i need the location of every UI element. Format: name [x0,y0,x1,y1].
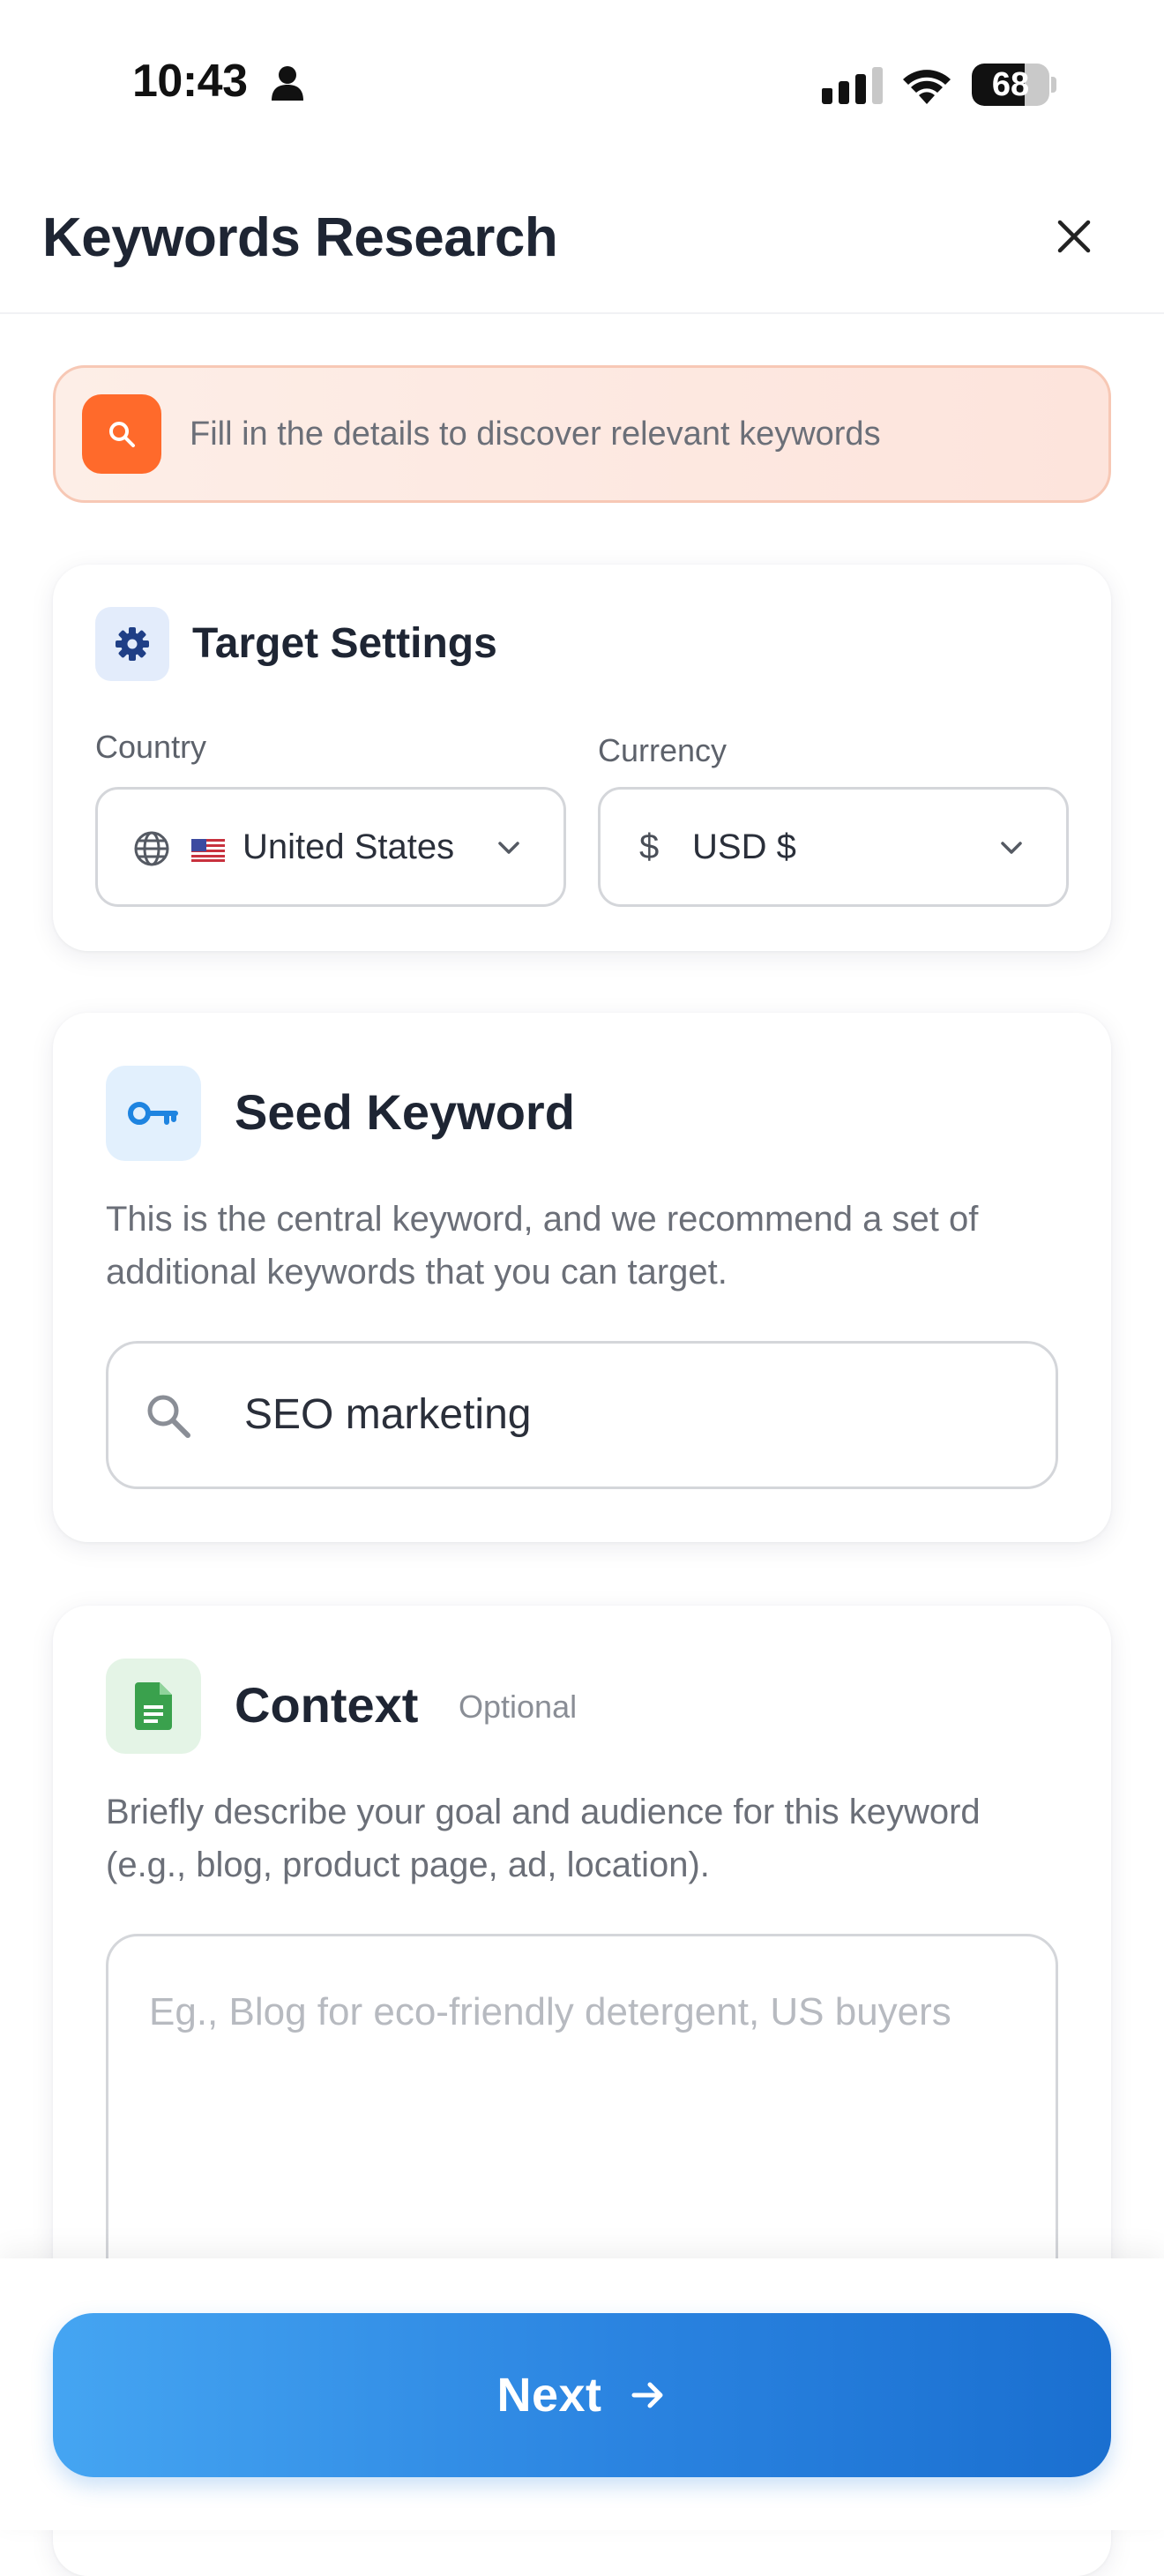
seed-keyword-value: SEO marketing [244,1391,532,1438]
context-title: Context [235,1677,419,1733]
currency-value: USD $ [692,827,796,866]
seed-keyword-description: This is the central keyword, and we reco… [106,1200,979,1292]
close-button[interactable] [1041,203,1108,270]
country-label: Country [95,729,207,765]
banner-icon-box [82,394,161,474]
search-icon [147,1395,190,1438]
target-settings-title: Target Settings [192,620,497,667]
us-flag-icon [191,839,225,862]
wifi-icon [903,70,951,104]
context-placeholder: Eg., Blog for eco-friendly detergent, US… [149,1990,951,2033]
optional-badge: Optional [459,1689,578,1725]
seed-keyword-card: Seed Keyword This is the central keyword… [53,1013,1111,1542]
person-icon [272,66,303,101]
currency-select[interactable]: $ USD $ [598,787,1069,907]
globe-icon [134,831,169,866]
bottom-action-bar: Next [0,2258,1164,2530]
next-button-label: Next [496,2369,602,2422]
arrow-right-icon [631,2382,663,2408]
header: Keywords Research [0,168,1164,314]
search-icon [109,422,135,447]
seed-keyword-input[interactable]: SEO marketing [106,1341,1058,1489]
banner-text: Fill in the details to discover relevant… [190,416,881,453]
close-icon [1057,220,1091,253]
document-icon [135,1682,172,1730]
status-time: 10:43 [132,56,248,107]
page-title: Keywords Research [42,207,558,268]
next-button[interactable]: Next [53,2313,1111,2477]
context-description: Briefly describe your goal and audience … [106,1793,981,1884]
dollar-icon: $ [639,827,660,866]
country-value: United States [242,827,455,866]
context-textarea[interactable]: Eg., Blog for eco-friendly detergent, US… [106,1934,1058,2304]
chevron-down-icon [498,842,519,854]
seed-keyword-title: Seed Keyword [235,1084,575,1140]
chevron-down-icon [1001,842,1022,854]
country-select[interactable]: United States [95,787,566,907]
currency-label: Currency [598,732,728,768]
signal-icon [822,67,883,104]
seed-keyword-icon-box [106,1066,201,1161]
battery-percentage: 68 [991,66,1030,103]
context-icon-box [106,1659,201,1754]
info-banner: Fill in the details to discover relevant… [53,365,1111,503]
key-icon [128,1102,178,1125]
battery-icon: 68 [972,64,1056,106]
gear-icon [116,627,149,661]
status-bar: 10:43 68 [0,0,1164,168]
target-settings-icon-box [95,607,169,681]
target-settings-card: Target Settings Country United States Cu… [53,565,1111,951]
